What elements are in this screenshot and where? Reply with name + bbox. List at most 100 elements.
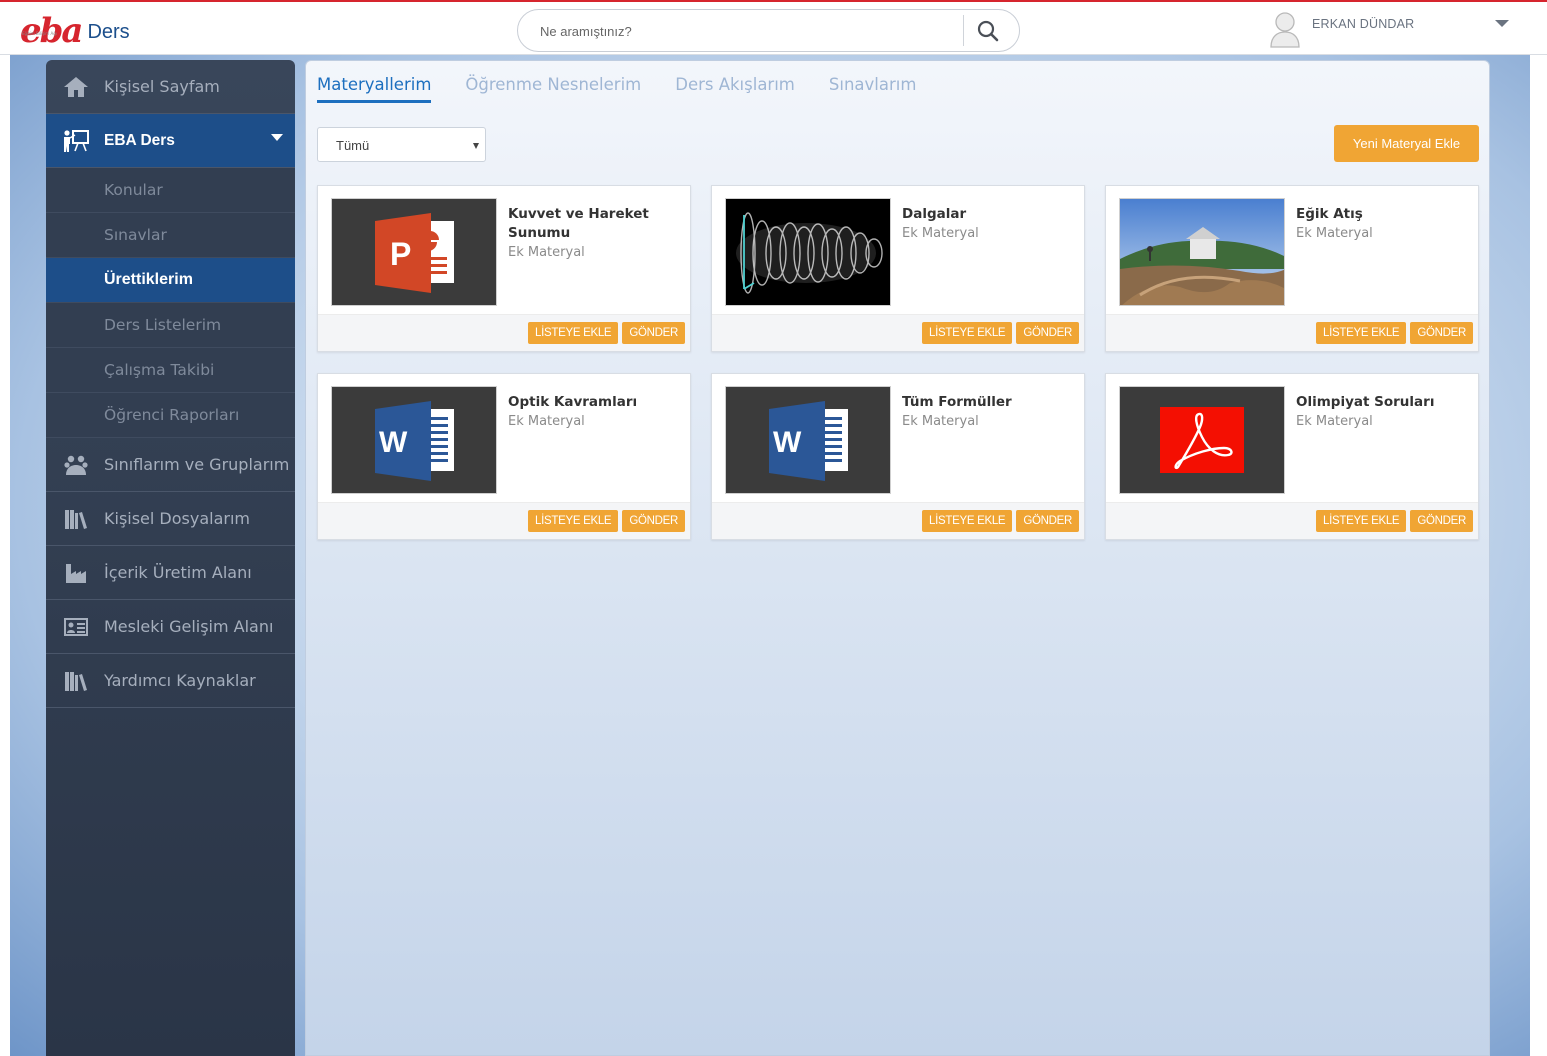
sidebar-item-kisisel-sayfam[interactable]: Kişisel Sayfam — [46, 60, 295, 114]
logo-ders-text: Ders — [87, 21, 130, 43]
sidebar: Kişisel Sayfam EBA Ders Konular Sınavlar… — [46, 60, 295, 1056]
material-card[interactable]: W Optik Kavramları Ek Materyal LİSTEYE E… — [317, 373, 691, 540]
card-title: Dalgalar Ek Materyal — [902, 205, 1072, 243]
sidebar-item-mesleki-gelisim[interactable]: Mesleki Gelişim Alanı — [46, 600, 295, 654]
card-title-text: Dalgalar — [902, 206, 967, 222]
sidebar-item-yardimci-kaynaklar[interactable]: Yardımcı Kaynaklar — [46, 654, 295, 708]
add-to-list-button[interactable]: LİSTEYE EKLE — [528, 510, 619, 532]
sidebar-subitem-konular[interactable]: Konular — [46, 168, 295, 213]
skatepark-photo — [1119, 198, 1285, 306]
user-menu[interactable]: ERKAN DÜNDAR — [1268, 10, 1414, 50]
sidebar-item-label: Sınıflarım ve Gruplarım — [104, 455, 290, 474]
card-title: Eğik Atış Ek Materyal — [1296, 205, 1466, 243]
factory-icon — [62, 561, 90, 585]
pdf-icon — [1119, 386, 1285, 494]
tab-ders-akislarim[interactable]: Ders Akışlarım — [675, 75, 795, 103]
send-button[interactable]: GÖNDER — [622, 322, 685, 344]
svg-text:P: P — [390, 236, 411, 272]
card-subtitle: Ek Materyal — [902, 226, 979, 241]
tab-materyallerim[interactable]: Materyallerim — [317, 75, 432, 103]
card-title-text: Eğik Atış — [1296, 206, 1363, 222]
card-actions: LİSTEYE EKLE GÖNDER — [918, 510, 1079, 532]
caret-down-icon — [271, 134, 283, 141]
word-icon: W — [331, 386, 497, 494]
card-footer: LİSTEYE EKLE GÖNDER — [1106, 502, 1478, 539]
sidebar-subitem-label: Öğrenci Raporları — [104, 406, 240, 424]
send-button[interactable]: GÖNDER — [1410, 322, 1473, 344]
send-button[interactable]: GÖNDER — [1410, 510, 1473, 532]
add-to-list-button[interactable]: LİSTEYE EKLE — [528, 322, 619, 344]
teacher-board-icon — [62, 129, 90, 153]
card-actions: LİSTEYE EKLE GÖNDER — [524, 322, 685, 344]
search-box — [517, 9, 1020, 52]
material-card[interactable]: W Tüm Formüller Ek Materyal LİSTEYE EKLE… — [711, 373, 1085, 540]
sidebar-subitem-sinavlar[interactable]: Sınavlar — [46, 213, 295, 258]
card-subtitle: Ek Materyal — [508, 245, 585, 260]
card-title-text: Tüm Formüller — [902, 394, 1012, 410]
send-button[interactable]: GÖNDER — [1016, 510, 1079, 532]
material-card[interactable]: Dalgalar Ek Materyal LİSTEYE EKLE GÖNDER — [711, 185, 1085, 352]
card-footer: LİSTEYE EKLE GÖNDER — [318, 314, 690, 351]
tab-ogrenme-nesnelerim[interactable]: Öğrenme Nesnelerim — [465, 75, 641, 103]
filter-select[interactable]: Tümü — [317, 127, 486, 162]
users-group-icon — [62, 453, 90, 477]
chevron-down-icon[interactable] — [1495, 20, 1509, 27]
sidebar-subitem-ogrenci-raporlari[interactable]: Öğrenci Raporları — [46, 393, 295, 438]
sidebar-item-label: İçerik Üretim Alanı — [104, 563, 252, 582]
sidebar-item-label: Kişisel Dosyalarım — [104, 509, 251, 528]
material-card[interactable]: Olimpiyat Soruları Ek Materyal LİSTEYE E… — [1105, 373, 1479, 540]
card-title-text: Kuvvet ve Hareket Sunumu — [508, 206, 649, 241]
powerpoint-icon: P — [331, 198, 497, 306]
card-footer: LİSTEYE EKLE GÖNDER — [712, 314, 1084, 351]
sidebar-subitem-urettiklerim[interactable]: Ürettiklerim — [46, 258, 295, 303]
svg-text:W: W — [773, 426, 802, 459]
new-material-button[interactable]: Yeni Materyal Ekle — [1334, 125, 1479, 162]
card-footer: LİSTEYE EKLE GÖNDER — [712, 502, 1084, 539]
library-icon — [62, 669, 90, 693]
add-to-list-button[interactable]: LİSTEYE EKLE — [922, 322, 1013, 344]
sidebar-item-label: EBA Ders — [104, 131, 175, 149]
card-actions: LİSTEYE EKLE GÖNDER — [1312, 510, 1473, 532]
home-icon — [62, 75, 90, 99]
card-subtitle: Ek Materyal — [1296, 414, 1373, 429]
eba-logo[interactable]: eba Ders — [20, 8, 130, 48]
sidebar-subitem-label: Çalışma Takibi — [104, 361, 215, 379]
sidebar-item-eba-ders[interactable]: EBA Ders — [46, 114, 295, 168]
sidebar-item-siniflarim[interactable]: Sınıflarım ve Gruplarım — [46, 438, 295, 492]
search-button[interactable] — [974, 17, 1002, 45]
tab-sinavlarim[interactable]: Sınavlarım — [829, 75, 917, 103]
card-subtitle: Ek Materyal — [508, 414, 585, 429]
material-card[interactable]: Eğik Atış Ek Materyal LİSTEYE EKLE GÖNDE… — [1105, 185, 1479, 352]
add-to-list-button[interactable]: LİSTEYE EKLE — [1316, 510, 1407, 532]
send-button[interactable]: GÖNDER — [622, 510, 685, 532]
card-footer: LİSTEYE EKLE GÖNDER — [1106, 314, 1478, 351]
sidebar-subitem-calisma-takibi[interactable]: Çalışma Takibi — [46, 348, 295, 393]
search-divider — [963, 15, 964, 46]
send-button[interactable]: GÖNDER — [1016, 322, 1079, 344]
card-actions: LİSTEYE EKLE GÖNDER — [1312, 322, 1473, 344]
card-title: Tüm Formüller Ek Materyal — [902, 393, 1072, 431]
sidebar-subitem-label: Sınavlar — [104, 226, 167, 244]
card-title: Olimpiyat Soruları Ek Materyal — [1296, 393, 1466, 431]
tab-bar: Materyallerim Öğrenme Nesnelerim Ders Ak… — [317, 75, 950, 103]
svg-text:W: W — [379, 426, 408, 459]
card-title: Optik Kavramları Ek Materyal — [508, 393, 678, 431]
dropdown-arrow-icon — [473, 143, 479, 149]
sidebar-item-icerik-uretim[interactable]: İçerik Üretim Alanı — [46, 546, 295, 600]
id-card-icon — [62, 615, 90, 639]
filter-value: Tümü — [336, 138, 370, 153]
card-subtitle: Ek Materyal — [1296, 226, 1373, 241]
add-to-list-button[interactable]: LİSTEYE EKLE — [1316, 322, 1407, 344]
main-panel: Materyallerim Öğrenme Nesnelerim Ders Ak… — [305, 60, 1490, 1056]
sidebar-item-kisisel-dosyalarim[interactable]: Kişisel Dosyalarım — [46, 492, 295, 546]
sidebar-subitem-ders-listelerim[interactable]: Ders Listelerim — [46, 303, 295, 348]
word-icon: W — [725, 386, 891, 494]
top-bar: eba Ders Eğitim Bilişim Ağı ERKAN DÜNDAR — [0, 0, 1547, 55]
library-icon — [62, 507, 90, 531]
search-input[interactable] — [540, 19, 960, 43]
logo-tagline: Eğitim Bilişim Ağı — [22, 31, 57, 36]
sidebar-item-label: Mesleki Gelişim Alanı — [104, 617, 274, 636]
sidebar-item-label: Yardımcı Kaynaklar — [104, 671, 256, 690]
add-to-list-button[interactable]: LİSTEYE EKLE — [922, 510, 1013, 532]
material-card[interactable]: P Kuvvet ve Hareket Sunumu Ek Materyal L… — [317, 185, 691, 352]
